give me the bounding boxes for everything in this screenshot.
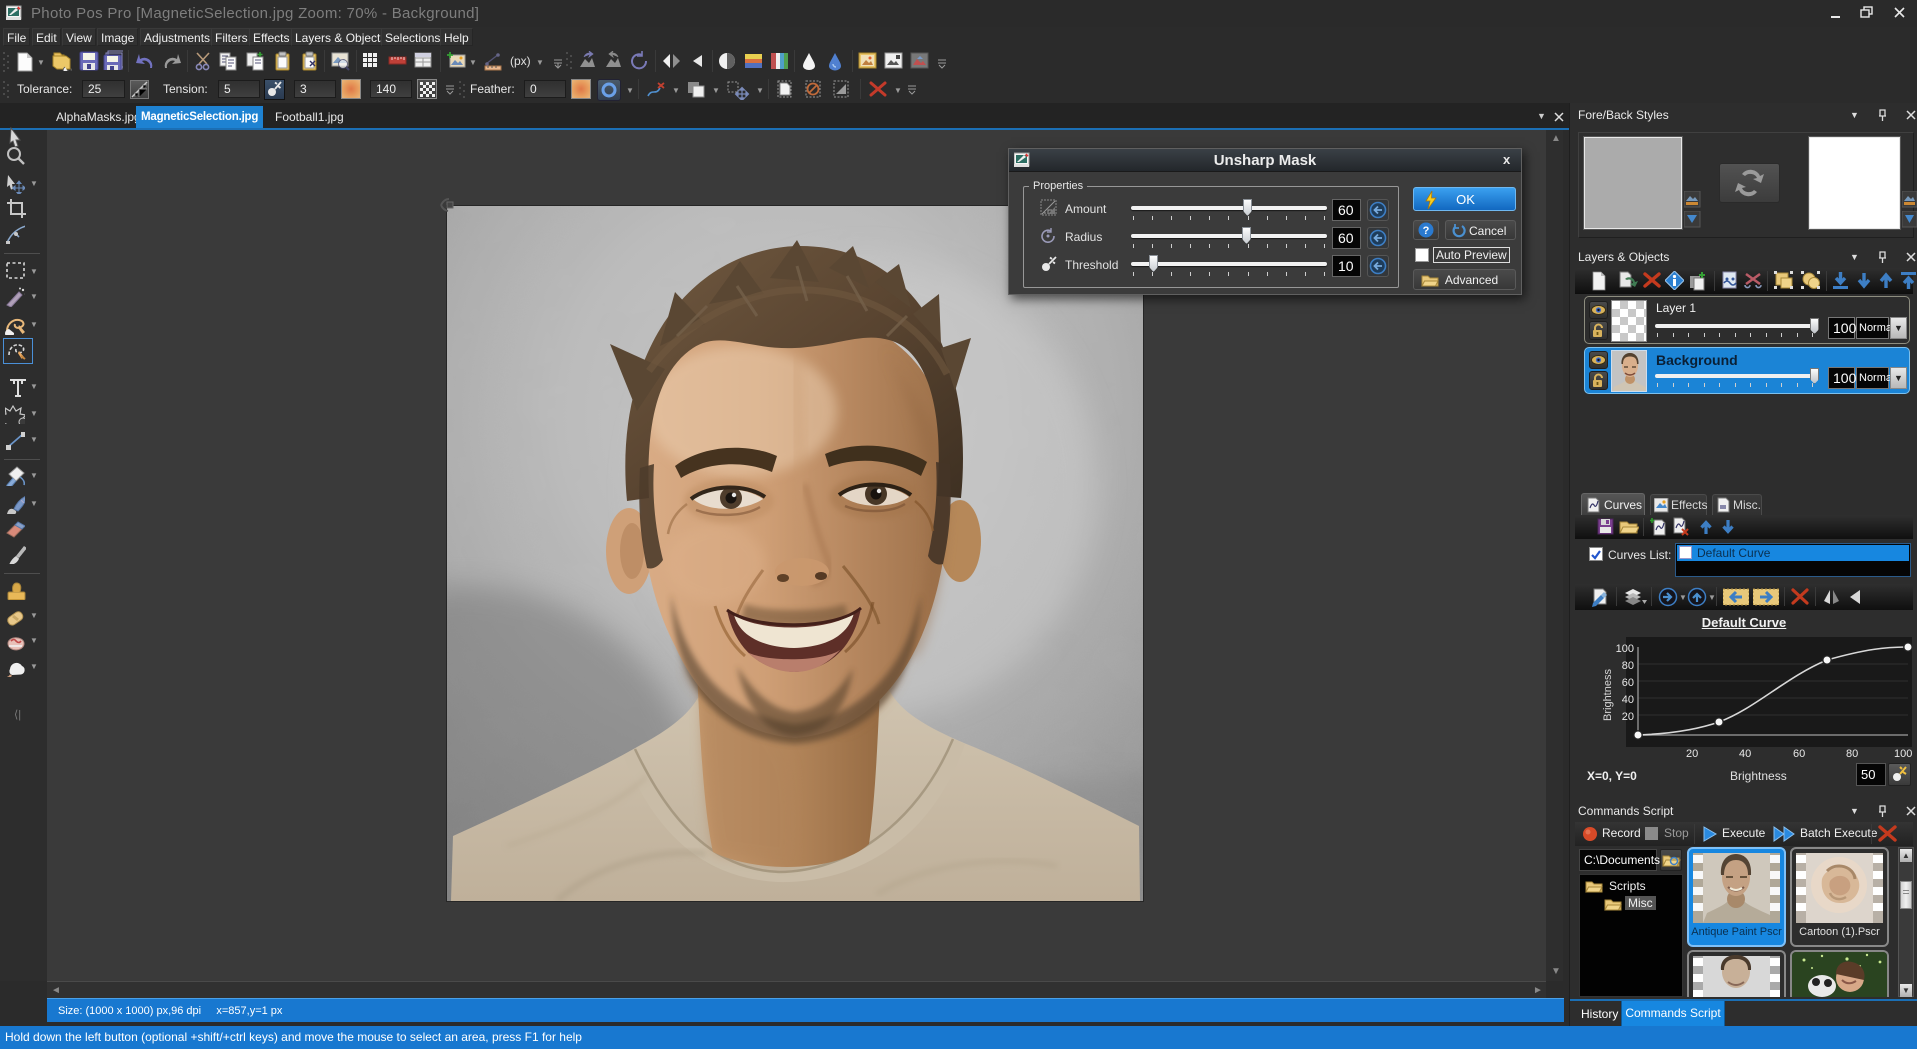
svg-text:?: ?	[1423, 225, 1430, 237]
